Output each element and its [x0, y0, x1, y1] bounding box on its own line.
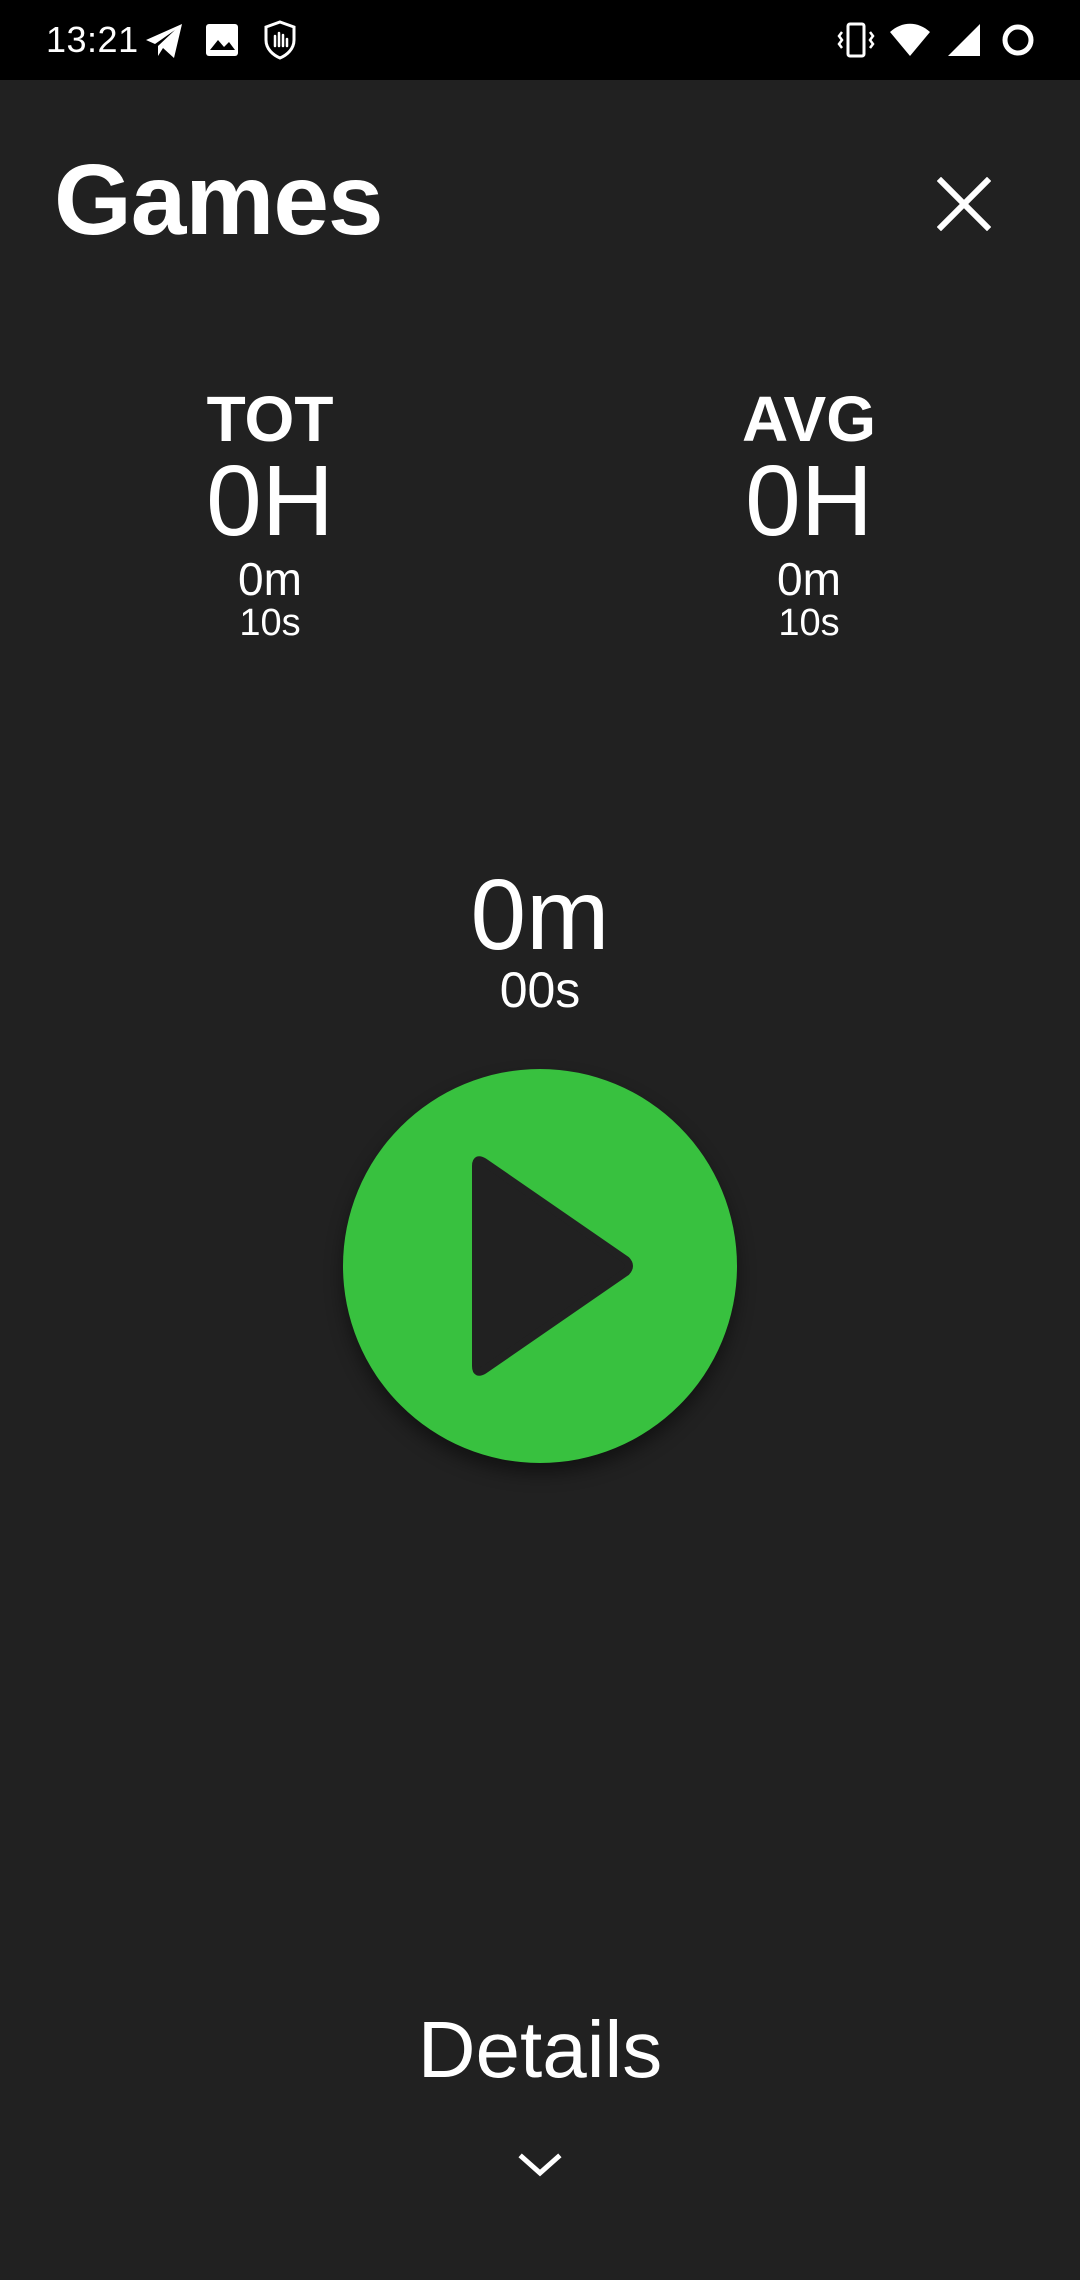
timer-seconds: 00s: [499, 962, 581, 1018]
close-icon: [937, 177, 991, 231]
image-icon: [206, 24, 238, 56]
signal-icon: [948, 24, 980, 56]
average-minutes: 0m: [777, 553, 841, 605]
close-button[interactable]: [920, 160, 1008, 248]
vibrate-icon: [837, 22, 875, 58]
chevron-down-icon[interactable]: [510, 2135, 570, 2195]
shield-hand-icon: [264, 20, 296, 60]
total-label: TOT: [206, 383, 334, 455]
total-minutes: 0m: [238, 553, 302, 605]
details-toggle[interactable]: Details: [340, 2000, 740, 2100]
status-bar: 13:21: [0, 0, 1080, 80]
average-label: AVG: [742, 383, 876, 455]
battery-ring-icon: [1002, 24, 1034, 56]
timer-minutes: 0m: [470, 859, 610, 971]
play-icon: [472, 1156, 633, 1376]
status-time: 13:21: [46, 19, 139, 60]
average-seconds: 10s: [778, 602, 840, 644]
wifi-icon: [890, 23, 930, 56]
page-title: Games: [54, 144, 384, 256]
play-button[interactable]: [343, 1069, 737, 1463]
telegram-icon: [146, 24, 182, 58]
total-hours: 0H: [206, 445, 334, 557]
total-seconds: 10s: [239, 602, 301, 644]
average-hours: 0H: [745, 445, 873, 557]
